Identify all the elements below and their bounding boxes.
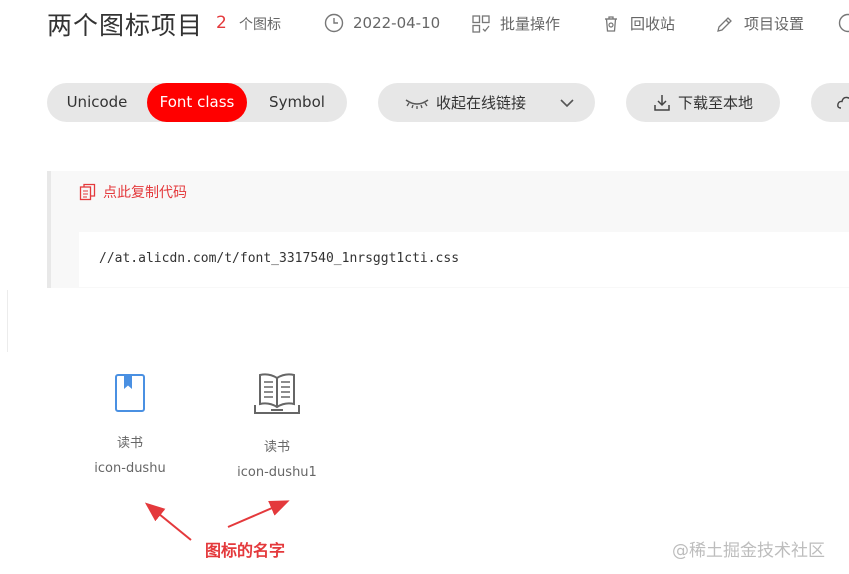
- upload-cloud-button-partial[interactable]: [811, 83, 849, 122]
- clock-icon: [324, 13, 344, 33]
- icon-class-name: icon-dushu: [94, 461, 166, 476]
- annotation-arrow-left: [144, 502, 192, 541]
- cloud-icon: [837, 96, 849, 109]
- date-text: 2022-04-10: [353, 14, 441, 32]
- icon-name: 读书: [116, 436, 143, 451]
- icon-count: 2: [216, 13, 227, 33]
- download-label: 下载至本地: [678, 94, 754, 112]
- collapse-link-label: 收起在线链接: [436, 94, 527, 112]
- annotation-arrow-right: [227, 500, 290, 528]
- recycle-bin-button[interactable]: 回收站: [601, 13, 675, 34]
- project-title: 两个图标项目: [47, 11, 204, 40]
- copy-document-icon: [79, 183, 96, 201]
- divider: [7, 290, 8, 352]
- chevron-down-icon: [560, 98, 574, 107]
- more-button-partial[interactable]: [838, 13, 849, 33]
- online-link-panel: 点此复制代码 //at.alicdn.com/t/font_3317540_1n…: [47, 171, 849, 288]
- download-icon: [654, 94, 670, 111]
- tab-unicode[interactable]: Unicode: [47, 83, 147, 122]
- copy-code-label: 点此复制代码: [103, 185, 187, 201]
- trash-icon: [605, 15, 617, 32]
- download-local-button[interactable]: 下载至本地: [626, 83, 780, 122]
- batch-grid-icon: [472, 14, 490, 33]
- recycle-bin-label: 回收站: [630, 15, 676, 33]
- icon-count-label: 个图标: [239, 17, 281, 33]
- collapse-online-link-button[interactable]: 收起在线链接: [378, 83, 595, 122]
- bookmark-book-icon: [115, 374, 145, 412]
- icon-name: 读书: [263, 440, 290, 455]
- tab-symbol[interactable]: Symbol: [247, 83, 347, 122]
- code-type-tabs: Unicode Font class Symbol: [47, 83, 347, 122]
- project-settings-button[interactable]: 项目设置: [715, 13, 804, 34]
- annotation-label: 图标的名字: [205, 541, 286, 560]
- project-date: 2022-04-10: [324, 13, 440, 33]
- project-header: 两个图标项目 2 个图标 2022-04-10 批量操作 回收站 项目设置: [0, 0, 849, 46]
- open-book-icon: [254, 373, 300, 414]
- icon-class-name: icon-dushu1: [237, 465, 317, 480]
- batch-operation-button[interactable]: 批量操作: [471, 13, 560, 34]
- icon-card-dushu1[interactable]: 读书 icon-dushu1: [217, 372, 337, 480]
- icon-card-dushu[interactable]: 读书 icon-dushu: [70, 372, 190, 476]
- circle-icon: [838, 13, 849, 33]
- project-settings-label: 项目设置: [744, 15, 805, 33]
- pencil-icon: [717, 16, 732, 32]
- closed-eye-icon: [405, 98, 429, 109]
- css-link-url[interactable]: //at.alicdn.com/t/font_3317540_1nrsggt1c…: [99, 251, 459, 266]
- tab-font-class[interactable]: Font class: [147, 83, 247, 122]
- batch-operation-label: 批量操作: [500, 15, 561, 33]
- copy-code-link[interactable]: 点此复制代码: [79, 182, 187, 202]
- code-box: //at.alicdn.com/t/font_3317540_1nrsggt1c…: [79, 232, 849, 287]
- watermark: @稀土掘金技术社区: [672, 541, 825, 561]
